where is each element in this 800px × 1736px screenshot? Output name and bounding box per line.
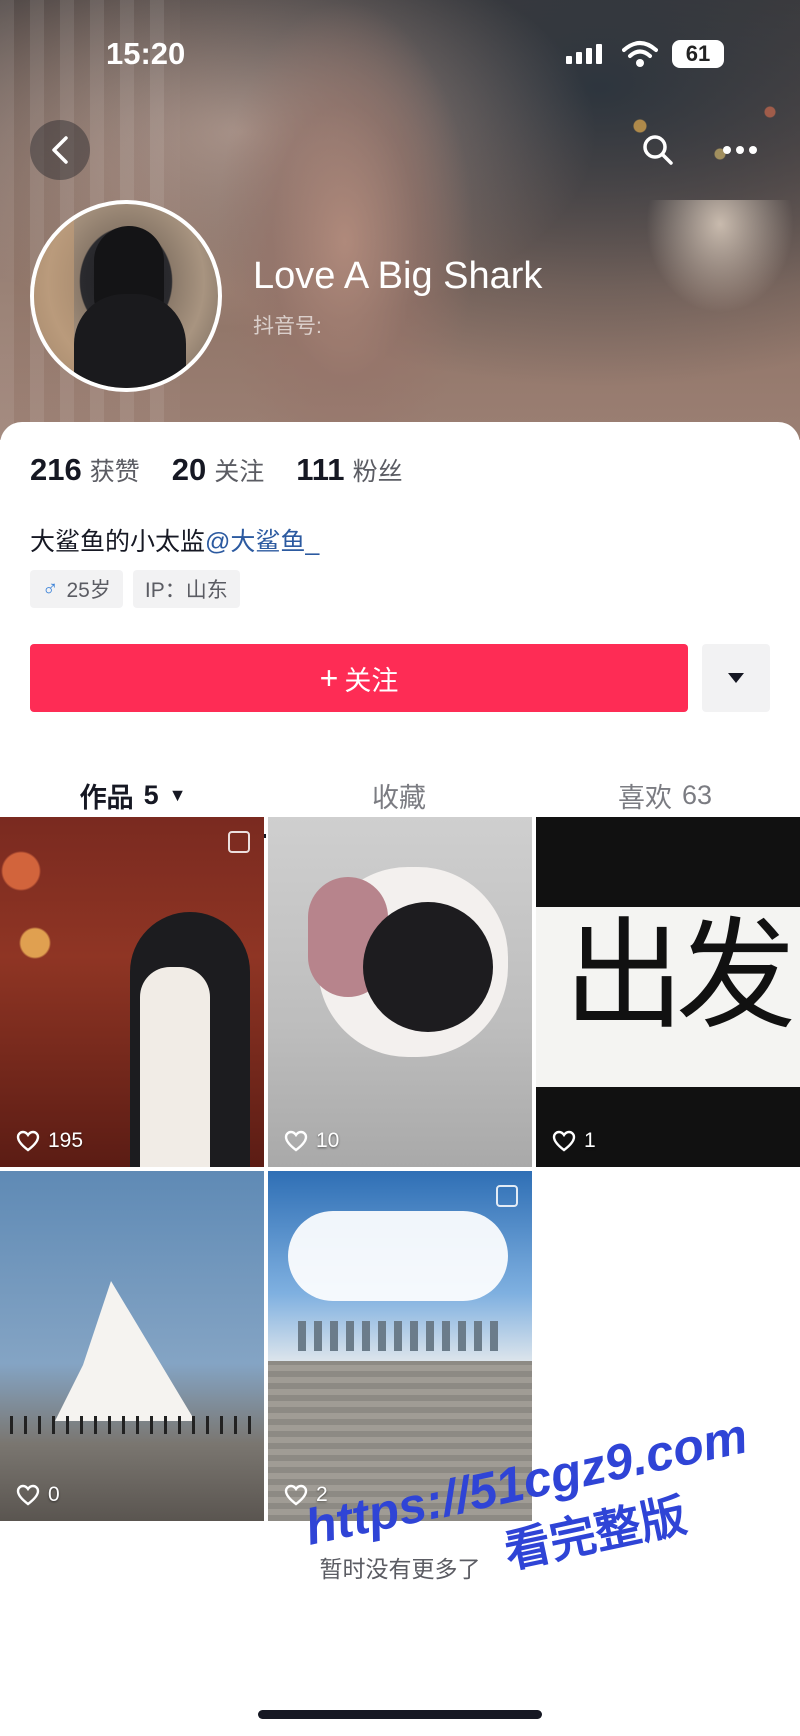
stat-following[interactable]: 20 关注 [172,452,265,488]
more-options-button[interactable] [710,120,770,180]
multi-image-icon [228,831,250,853]
tile-bride [140,967,210,1167]
bio-mention-link[interactable]: @大鲨鱼_ [205,528,319,556]
avatar-background [34,204,74,388]
tab-liked-count: 63 [681,779,713,810]
male-icon: ♂ [42,576,59,601]
more-horizontal-icon [723,146,757,154]
like-count-value: 10 [316,1129,340,1152]
chevron-left-icon [52,136,68,164]
profile-bio: 大鲨鱼的小太监@大鲨鱼_ [30,522,319,558]
tile-crowd [10,1416,260,1434]
stat-following-value: 20 [171,452,207,487]
like-count-value: 1 [584,1129,596,1152]
tile-flowers [0,817,70,997]
tile-building [55,1281,195,1421]
like-count-value: 0 [48,1483,60,1506]
home-indicator[interactable] [258,1710,542,1719]
douyin-id[interactable]: 抖音号: [253,310,322,340]
profile-tags: ♂ 25岁 IP：山东 [30,570,250,608]
caret-down-icon [728,673,744,683]
heart-icon [16,1130,40,1152]
handwriting-char: 发 [676,907,796,1046]
heart-icon [552,1130,576,1152]
handwriting-char: 出 [564,907,684,1046]
multi-image-icon [496,1185,518,1207]
stat-followers-value: 111 [296,452,345,487]
caret-down-icon: ▼ [168,784,187,805]
video-tile[interactable]: 出 发 1 [536,817,800,1167]
profile-stats: 216 获赞 20 关注 111 粉丝 [30,452,435,488]
like-count: 0 [16,1483,60,1507]
plus-icon: + [319,659,339,696]
profile-name: Love A Big Shark [253,255,543,297]
tile-skyline [298,1321,498,1351]
recommend-dropdown-button[interactable] [702,644,770,712]
status-time: 15:20 [106,36,186,71]
status-bar: 15:20 61 [0,0,800,100]
ip-text: IP：山东 [144,579,228,602]
tile-cloud [288,1211,508,1301]
heart-icon [284,1130,308,1152]
like-count: 195 [16,1129,83,1153]
follow-button[interactable]: + 关注 [30,644,688,712]
like-count: 10 [284,1129,339,1153]
stat-likes-label: 获赞 [89,458,140,486]
stat-likes-value: 216 [30,452,82,487]
age-tag: ♂ 25岁 [30,570,123,608]
search-button[interactable] [628,120,688,180]
stat-likes[interactable]: 216 获赞 [30,452,140,488]
signal-icon [566,44,602,64]
like-count: 1 [552,1129,596,1153]
wifi-icon [622,41,658,67]
ip-tag: IP：山东 [132,570,240,608]
stat-following-label: 关注 [214,458,265,486]
avatar-body [74,294,186,388]
tab-works-label: 作品 [79,782,134,813]
age-text: 25岁 [66,579,111,602]
tab-works-count: 5 [143,779,159,810]
bio-text: 大鲨鱼的小太监 [30,528,206,556]
profile-avatar[interactable] [30,200,222,392]
heart-icon [16,1484,40,1506]
tile-hair [363,902,493,1032]
back-button[interactable] [30,120,90,180]
video-tile[interactable]: 0 [0,1171,264,1521]
tab-favorites-label: 收藏 [372,782,426,813]
tab-liked-label: 喜欢 [617,782,672,813]
video-tile[interactable]: 10 [268,817,532,1167]
stat-followers-label: 粉丝 [352,458,403,486]
search-icon [643,135,673,165]
follow-button-label: 关注 [344,665,399,696]
stat-followers[interactable]: 111 粉丝 [296,452,402,488]
banner-table [640,200,800,320]
battery-indicator: 61 [672,40,724,68]
video-tile[interactable]: 195 [0,817,264,1167]
like-count-value: 195 [48,1129,84,1152]
